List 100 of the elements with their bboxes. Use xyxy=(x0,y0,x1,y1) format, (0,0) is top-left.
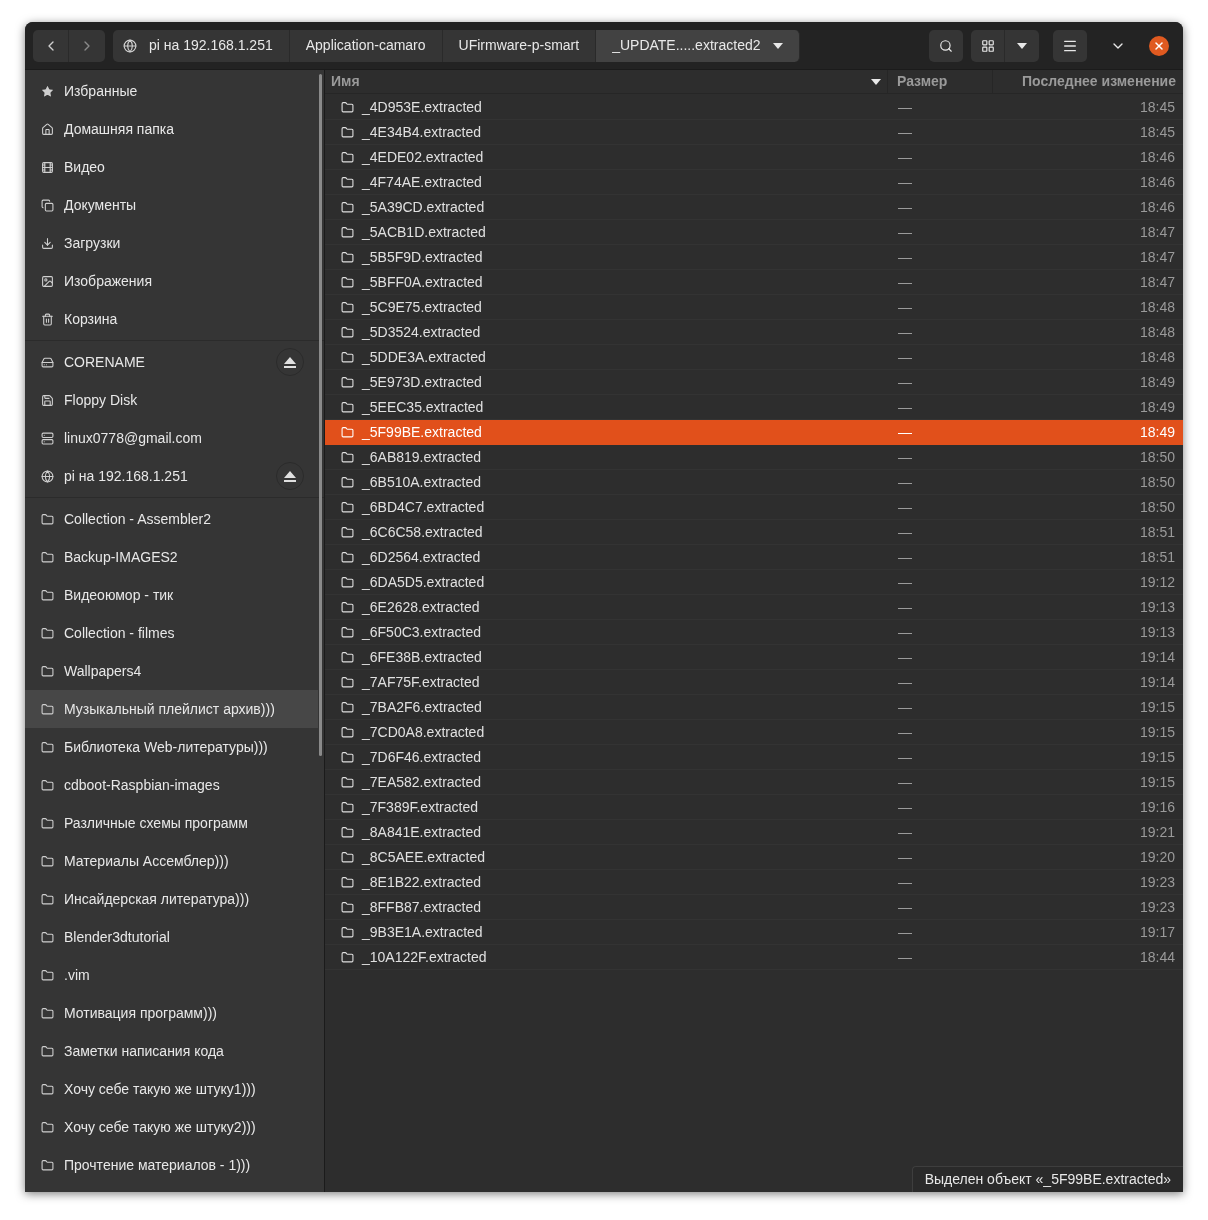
file-row[interactable]: _5D3524.extracted — 18:48 xyxy=(325,320,1183,345)
folder-icon xyxy=(41,512,54,526)
folder-icon xyxy=(341,100,354,114)
folder-icon xyxy=(341,800,354,814)
path-button[interactable]: pi на 192.168.1.251 xyxy=(113,29,290,62)
folder-icon xyxy=(341,625,354,639)
file-row[interactable]: _7CD0A8.extracted — 19:15 xyxy=(325,720,1183,745)
file-row[interactable]: _4D953E.extracted — 18:45 xyxy=(325,95,1183,120)
folder-icon xyxy=(41,968,54,982)
column-header[interactable]: Имя xyxy=(325,70,888,93)
column-title: Имя xyxy=(331,72,360,91)
file-modified: 18:51 xyxy=(1139,547,1175,567)
file-row[interactable]: _8C5AEE.extracted — 19:20 xyxy=(325,845,1183,870)
sort-caret-icon xyxy=(871,78,881,85)
back-button[interactable] xyxy=(33,29,69,62)
file-row[interactable]: _5BFF0A.extracted — 18:47 xyxy=(325,270,1183,295)
file-row[interactable]: _7D6F46.extracted — 19:15 xyxy=(325,745,1183,770)
file-row[interactable]: _6D2564.extracted — 18:51 xyxy=(325,545,1183,570)
folder-icon xyxy=(341,375,354,389)
view-options-button[interactable] xyxy=(1005,29,1039,62)
file-row[interactable]: _6BD4C7.extracted — 18:50 xyxy=(325,495,1183,520)
file-name: _8FFB87.extracted xyxy=(362,897,482,917)
file-row[interactable]: _8E1B22.extracted — 19:23 xyxy=(325,870,1183,895)
file-name: _5A39CD.extracted xyxy=(362,197,485,217)
file-row[interactable]: _8A841E.extracted — 19:21 xyxy=(325,820,1183,845)
file-row[interactable]: _5E973D.extracted — 18:49 xyxy=(325,370,1183,395)
folder-icon xyxy=(41,892,54,906)
file-row[interactable]: _4EDE02.extracted — 18:46 xyxy=(325,145,1183,170)
caret-icon xyxy=(1017,42,1027,49)
folder-icon xyxy=(341,550,354,564)
file-name: _8E1B22.extracted xyxy=(362,872,482,892)
file-size: — xyxy=(898,123,912,140)
file-size: — xyxy=(898,98,912,115)
file-row[interactable]: _4E34B4.extracted — 18:45 xyxy=(325,120,1183,145)
sidebar-label: Избранные xyxy=(64,81,139,101)
globe-icon xyxy=(123,38,137,53)
path-button[interactable]: _UPDATE.....extracted2 xyxy=(596,29,800,62)
close-button[interactable] xyxy=(1149,35,1169,56)
file-row[interactable]: _6FE38B.extracted — 19:14 xyxy=(325,645,1183,670)
file-row[interactable]: _8FFB87.extracted — 19:23 xyxy=(325,895,1183,920)
file-size: — xyxy=(898,573,912,590)
file-row[interactable]: _7EA582.extracted — 19:15 xyxy=(325,770,1183,795)
sidebar-label: Collection - filmes xyxy=(64,623,176,643)
file-row[interactable]: _9B3E1A.extracted — 19:17 xyxy=(325,920,1183,945)
file-name: _5ACB1D.extracted xyxy=(362,222,486,242)
folder-icon xyxy=(41,1044,54,1058)
file-modified: 19:17 xyxy=(1139,922,1175,942)
menu-button[interactable] xyxy=(1053,29,1087,62)
file-modified: 18:51 xyxy=(1139,522,1175,542)
sidebar-label: Прочтение материалов - 1))) xyxy=(64,1155,252,1175)
file-modified: 18:50 xyxy=(1139,472,1175,492)
file-row[interactable]: _5B5F9D.extracted — 18:47 xyxy=(325,245,1183,270)
file-modified: 19:21 xyxy=(1139,822,1175,842)
path-button[interactable]: UFirmware-p-smart xyxy=(442,29,597,62)
file-row[interactable]: _4F74AE.extracted — 18:46 xyxy=(325,170,1183,195)
eject-icon xyxy=(284,356,296,368)
file-modified: 18:45 xyxy=(1139,97,1175,117)
file-row[interactable]: _6DA5D5.extracted — 19:12 xyxy=(325,570,1183,595)
close-icon xyxy=(1153,39,1165,52)
sidebar-label: Видеоюмор - тик xyxy=(64,585,175,605)
folder-icon xyxy=(341,275,354,289)
folder-icon xyxy=(341,450,354,464)
file-size: — xyxy=(898,548,912,565)
file-modified: 19:23 xyxy=(1139,897,1175,917)
file-row[interactable]: _10A122F.extracted — 18:44 xyxy=(325,945,1183,970)
file-row[interactable]: _7BA2F6.extracted — 19:15 xyxy=(325,695,1183,720)
sidebar-label: Изображения xyxy=(64,271,153,291)
file-row[interactable]: _5ACB1D.extracted — 18:47 xyxy=(325,220,1183,245)
path-button[interactable]: Application-camaro xyxy=(289,29,443,62)
file-modified: 18:47 xyxy=(1139,247,1175,267)
column-header[interactable]: Последнее изменение xyxy=(993,70,1183,93)
file-row[interactable]: _6F50C3.extracted — 19:13 xyxy=(325,620,1183,645)
search-icon xyxy=(939,38,953,53)
file-modified: 18:48 xyxy=(1139,322,1175,342)
file-row[interactable]: _5DDE3A.extracted — 18:48 xyxy=(325,345,1183,370)
file-row[interactable]: _6AB819.extracted — 18:50 xyxy=(325,445,1183,470)
file-row[interactable]: _7F389F.extracted — 19:16 xyxy=(325,795,1183,820)
file-row[interactable]: _5C9E75.extracted — 18:48 xyxy=(325,295,1183,320)
file-modified: 19:14 xyxy=(1139,672,1175,692)
folder-icon xyxy=(341,325,354,339)
sidebar-label: Wallpapers4 xyxy=(64,661,143,681)
search-button[interactable] xyxy=(929,29,963,62)
sidebar-item[interactable]: Музыкальный плейлист архив))) xyxy=(25,690,318,728)
file-size: — xyxy=(898,648,912,665)
file-modified: 19:15 xyxy=(1139,722,1175,742)
trash-icon xyxy=(41,312,54,326)
column-header[interactable]: Размер xyxy=(888,70,993,93)
folder-icon xyxy=(341,175,354,189)
file-row[interactable]: _5A39CD.extracted — 18:46 xyxy=(325,195,1183,220)
folder-icon xyxy=(341,850,354,864)
file-name: _5F99BE.extracted xyxy=(362,423,482,442)
sidebar-label: Корзина xyxy=(64,309,119,329)
file-name: _5C9E75.extracted xyxy=(362,297,482,317)
file-row[interactable]: _6C6C58.extracted — 18:51 xyxy=(325,520,1183,545)
grid-view-button[interactable] xyxy=(971,29,1005,62)
file-row[interactable]: _6E2628.extracted — 19:13 xyxy=(325,595,1183,620)
file-row[interactable]: _5F99BE.extracted — 18:49 xyxy=(325,420,1183,445)
file-row[interactable]: _7AF75F.extracted — 19:14 xyxy=(325,670,1183,695)
file-row[interactable]: _6B510A.extracted — 18:50 xyxy=(325,470,1183,495)
film-icon xyxy=(41,160,54,174)
